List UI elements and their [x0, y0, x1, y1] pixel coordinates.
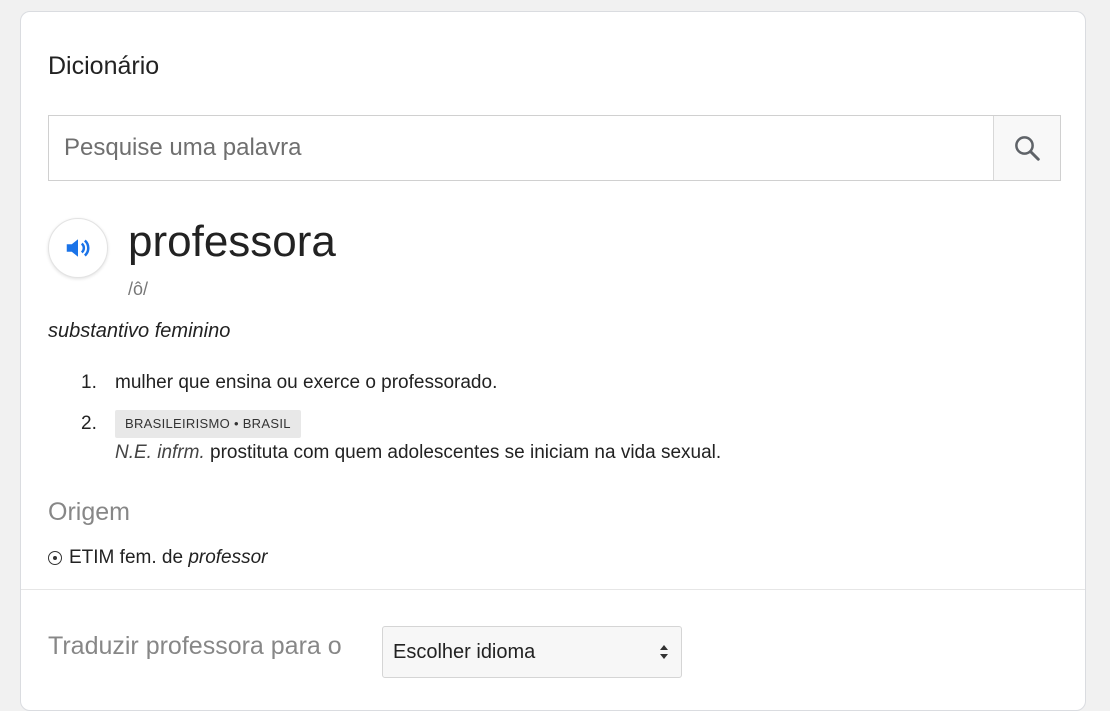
region-tag: BRASILEIRISMO • BRASIL: [115, 410, 301, 438]
search-icon: [1015, 136, 1040, 161]
search-button[interactable]: [993, 116, 1060, 180]
usage-label: N.E. infrm.: [115, 442, 205, 463]
chevron-updown-icon: [660, 645, 668, 659]
etymology-prefix: ETIM fem. de: [69, 547, 189, 568]
definition-body: prostituta com quem adolescentes se inic…: [210, 442, 722, 463]
dictionary-title: Dicionário: [48, 52, 160, 80]
origin-heading: Origem: [48, 498, 130, 526]
translate-label: Traduzir professora para o: [48, 632, 342, 660]
etymology: ETIM fem. de professor: [48, 547, 268, 569]
definition-text: N.E. infrm. prostituta com quem adolesce…: [115, 442, 721, 464]
phonetic: /ô/: [128, 279, 149, 299]
language-select-value: Escolher idioma: [393, 641, 536, 663]
speaker-icon: [66, 239, 90, 257]
search-box: [48, 115, 1061, 181]
divider: [21, 589, 1085, 590]
dictionary-card: Dicionário professora /ô/ substantivo fe…: [20, 11, 1086, 711]
pronunciation-button[interactable]: [48, 218, 108, 278]
definition-number: 2.: [81, 413, 97, 434]
definition-text: mulher que ensina ou exerce o professora…: [115, 372, 498, 393]
headword: professora: [128, 217, 336, 266]
target-circle-icon: [48, 551, 62, 565]
search-input[interactable]: [49, 116, 993, 180]
part-of-speech: substantivo feminino: [48, 320, 231, 342]
etymology-word: professor: [188, 547, 268, 568]
language-select[interactable]: Escolher idioma: [382, 626, 682, 678]
definition-number: 1.: [81, 372, 97, 393]
